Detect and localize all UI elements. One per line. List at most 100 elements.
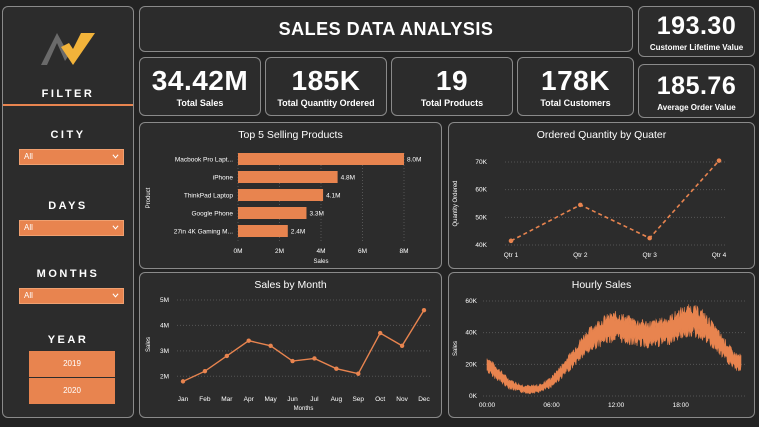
- kpi-value: 178K: [541, 64, 610, 96]
- x-tick-label: Jun: [287, 396, 298, 403]
- kpi-value: 34.42M: [151, 64, 249, 96]
- data-point: [578, 202, 583, 208]
- data-point: [377, 330, 383, 336]
- y-tick-label: ThinkPad Laptop: [184, 193, 234, 200]
- y-axis-label: Quantity Ordered: [453, 180, 459, 226]
- chart-title: Hourly Sales: [571, 279, 632, 291]
- monthly-sales-panel: Sales by Month 2M 3M 4M 5M Jan Feb Mar Apr May Ju…: [139, 272, 442, 418]
- x-tick-label: Sep: [352, 396, 364, 403]
- y-tick-label: 27in 4K Gaming M...: [174, 229, 233, 236]
- kpi-customer-lifetime-value: 193.30 Customer Lifetime Value: [638, 6, 755, 57]
- kpi-label: Total Quantity Ordered: [277, 97, 375, 108]
- x-tick-label: 4M: [316, 248, 325, 255]
- kpi-value: 185.76: [656, 71, 737, 100]
- months-dropdown[interactable]: All: [19, 288, 124, 304]
- x-tick-label: Nov: [396, 396, 408, 403]
- data-point: [508, 238, 514, 244]
- quarter-chart: 40K 50K 60K 70K Qtr 1 Qtr 2 Qtr 3 Qtr 4 Quantity…: [453, 158, 727, 259]
- year-label: YEAR: [47, 334, 89, 346]
- x-tick-label: 2M: [275, 248, 284, 255]
- chart-title: Ordered Quantity by Quater: [536, 129, 667, 141]
- y-axis-label: Sales: [453, 341, 459, 356]
- data-point: [290, 358, 295, 364]
- data-label: 8.0M: [407, 157, 421, 164]
- y-tick-label: 60K: [475, 187, 487, 194]
- kpi-total-customers: 178K Total Customers: [517, 57, 634, 116]
- kpi-total-sales: 34.42M Total Sales: [139, 57, 261, 116]
- data-label: 3.3M: [309, 211, 323, 218]
- x-tick-label: Qtr 2: [573, 252, 588, 259]
- x-tick-label: May: [264, 396, 277, 403]
- y-axis-label: Sales: [146, 337, 152, 352]
- filter-divider: [3, 104, 133, 106]
- data-point: [716, 158, 722, 163]
- city-dropdown[interactable]: All: [19, 149, 124, 165]
- data-label: 4.8M: [341, 175, 355, 182]
- days-dropdown-value: All: [24, 223, 33, 232]
- y-tick-label: 40K: [465, 330, 477, 337]
- sidebar: FILTER CITY All DAYS All MONTHS All YEAR…: [2, 6, 134, 418]
- bar: [238, 171, 338, 183]
- x-tick-label: Apr: [244, 396, 255, 403]
- kpi-total-quantity: 185K Total Quantity Ordered: [265, 57, 387, 116]
- kpi-total-products: 19 Total Products: [391, 57, 513, 116]
- data-point: [356, 371, 361, 376]
- y-tick-label: 0K: [469, 393, 478, 400]
- chevron-down-icon: [112, 225, 119, 230]
- x-tick-label: Qtr 1: [504, 252, 519, 259]
- y-tick-label: Google Phone: [191, 211, 233, 218]
- data-point: [268, 343, 273, 348]
- data-point: [224, 353, 230, 359]
- y-tick-label: 50K: [475, 214, 487, 221]
- data-point: [180, 379, 186, 384]
- x-tick-label: 6M: [358, 248, 367, 255]
- city-label: CITY: [50, 129, 86, 141]
- y-tick-label: 40K: [475, 242, 487, 249]
- data-point: [312, 356, 317, 361]
- kpi-average-order-value: 185.76 Average Order Value: [638, 64, 755, 118]
- days-dropdown[interactable]: All: [19, 220, 124, 236]
- bar: [238, 207, 307, 219]
- bar: [238, 189, 324, 201]
- top-products-chart: 0M 2M 4M 6M 8M Macbook Pro Lapt... 8.0M iPhone 4…: [146, 153, 421, 265]
- year-2019-button[interactable]: 2019: [29, 351, 115, 377]
- y-tick-label: Macbook Pro Lapt...: [175, 157, 233, 164]
- kpi-label: Average Order Value: [657, 102, 736, 112]
- quarter-panel: Ordered Quantity by Quater 40K 50K 60K 70K Q…: [448, 122, 755, 269]
- hourly-sales-panel: Hourly Sales 0K 20K 40K 60K 00:00 06:00 12:00 1…: [448, 272, 755, 418]
- months-label: MONTHS: [36, 268, 100, 280]
- bar: [238, 153, 404, 165]
- chart-title: Top 5 Selling Products: [238, 129, 343, 141]
- series-line: [510, 160, 720, 242]
- kpi-label: Total Products: [420, 97, 484, 108]
- kpi-label: Customer Lifetime Value: [649, 43, 744, 52]
- kpi-value: 185K: [291, 64, 361, 96]
- kpi-label: Total Sales: [176, 97, 224, 108]
- y-tick-label: 3M: [160, 348, 169, 355]
- page-title: SALES DATA ANALYSIS: [278, 18, 494, 39]
- bar: [238, 225, 288, 237]
- data-label: 2.4M: [291, 229, 305, 236]
- data-point: [246, 338, 251, 343]
- header-panel: SALES DATA ANALYSIS: [139, 6, 633, 52]
- y-tick-label: iPhone: [213, 175, 234, 182]
- kpi-value: 193.30: [656, 12, 737, 40]
- data-point: [421, 307, 427, 313]
- x-tick-label: Aug: [331, 396, 343, 403]
- y-tick-label: 60K: [465, 298, 477, 305]
- series-area: [486, 304, 742, 395]
- y-tick-label: 20K: [465, 361, 477, 368]
- y-tick-label: 5M: [160, 297, 169, 304]
- chevron-down-icon: [112, 154, 119, 159]
- city-dropdown-value: All: [24, 152, 33, 161]
- year-2020-button[interactable]: 2020: [29, 378, 115, 404]
- y-tick-label: 4M: [160, 322, 169, 329]
- x-tick-label: Qtr 3: [642, 252, 657, 259]
- x-tick-label: 06:00: [543, 402, 560, 409]
- x-tick-label: Jul: [310, 396, 319, 403]
- x-tick-label: 18:00: [673, 402, 690, 409]
- chevron-down-icon: [112, 293, 119, 298]
- y-tick-label: 70K: [475, 159, 487, 166]
- x-tick-label: 0M: [233, 248, 242, 255]
- x-tick-label: Feb: [199, 396, 211, 403]
